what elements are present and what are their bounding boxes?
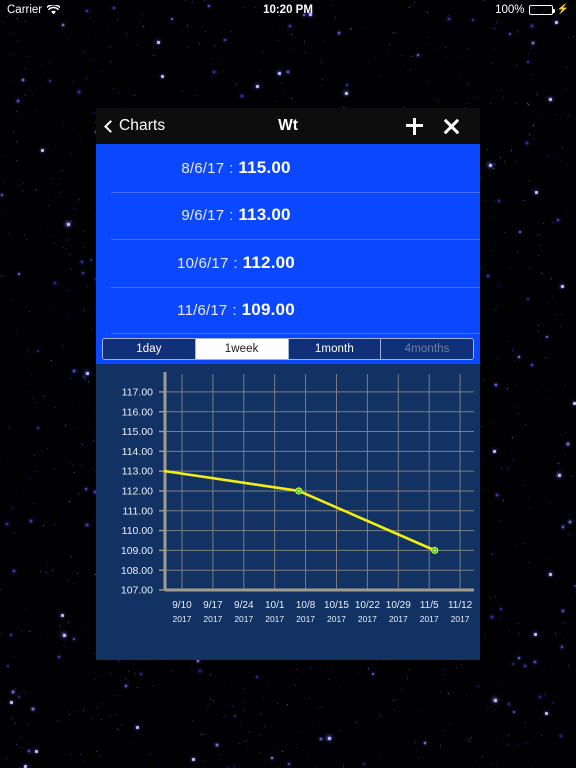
- list-item[interactable]: 8/6/17 : 115.00: [96, 144, 480, 192]
- svg-text:109.00: 109.00: [121, 545, 153, 557]
- entry-value: 112.00: [242, 252, 295, 272]
- status-bar-time: 10:20 PM: [263, 4, 313, 16]
- range-segmented-control: 1day 1week 1month 4months: [102, 338, 474, 360]
- svg-text:112.00: 112.00: [122, 486, 153, 498]
- carrier-label: Carrier: [7, 4, 43, 16]
- svg-text:108.00: 108.00: [121, 565, 153, 577]
- svg-text:2017: 2017: [265, 614, 284, 624]
- entries-list: 8/6/17 : 115.00 9/6/17 : 113.00 10/6/17 …: [96, 144, 480, 334]
- list-item[interactable]: 9/6/17 : 113.00: [96, 191, 480, 240]
- svg-text:115.00: 115.00: [122, 426, 153, 438]
- svg-text:10/15: 10/15: [324, 600, 349, 611]
- svg-text:9/17: 9/17: [203, 600, 223, 611]
- weight-line-chart: 107.00 108.00 109.00 110.00 111.00 112.00 113.…: [96, 364, 480, 660]
- entry-date: 10/6/17: [177, 254, 229, 272]
- svg-text:2017: 2017: [358, 614, 377, 624]
- battery-percent-label: 100%: [495, 4, 525, 16]
- svg-text:2017: 2017: [451, 614, 470, 624]
- svg-text:2017: 2017: [327, 614, 346, 624]
- segment-1day[interactable]: 1day: [103, 339, 196, 359]
- range-selector-container: 1day 1week 1month 4months: [96, 334, 480, 364]
- segment-1week[interactable]: 1week: [195, 339, 289, 359]
- svg-text:113.00: 113.00: [122, 466, 153, 478]
- entry-date: 11/6/17: [177, 302, 228, 320]
- svg-text:114.00: 114.00: [122, 446, 153, 458]
- back-button-label: Charts: [119, 117, 166, 134]
- svg-text:2017: 2017: [203, 614, 222, 624]
- chevron-left-icon: [104, 119, 117, 133]
- entry-value: 113.00: [238, 205, 291, 225]
- svg-text:2017: 2017: [420, 614, 439, 624]
- status-bar-left: Carrier: [7, 3, 61, 16]
- svg-text:10/22: 10/22: [355, 600, 380, 611]
- svg-text:11/5: 11/5: [420, 600, 439, 611]
- entry-date: 9/6/17: [181, 207, 225, 225]
- segment-1month[interactable]: 1month: [288, 339, 382, 359]
- list-item[interactable]: 11/6/17 : 109.00: [96, 286, 480, 335]
- svg-text:107.00: 107.00: [121, 585, 153, 597]
- svg-text:10/1: 10/1: [265, 600, 285, 611]
- entry-value: 109.00: [241, 300, 295, 320]
- entry-separator: :: [229, 207, 234, 225]
- chart-canvas: 107.00 108.00 109.00 110.00 111.00 112.00 113.…: [121, 372, 474, 624]
- back-button[interactable]: Charts: [104, 117, 166, 135]
- wifi-icon: [46, 3, 61, 15]
- svg-text:2017: 2017: [389, 614, 408, 624]
- svg-text:2017: 2017: [173, 614, 192, 624]
- chart-detail-panel: Charts Wt 8/6/17 : 115.00 9/6/17 : 113.0…: [96, 108, 480, 660]
- status-bar-right: 100% ⚡: [495, 4, 569, 16]
- svg-text:10/29: 10/29: [386, 600, 411, 611]
- entry-separator: :: [233, 254, 238, 272]
- svg-text:2017: 2017: [234, 614, 253, 624]
- close-x-icon[interactable]: [443, 118, 460, 135]
- svg-text:9/24: 9/24: [234, 600, 254, 611]
- svg-text:9/10: 9/10: [172, 600, 192, 611]
- svg-text:111.00: 111.00: [122, 505, 153, 517]
- battery-icon: [528, 5, 555, 15]
- entry-separator: :: [232, 302, 237, 320]
- entry-date: 8/6/17: [181, 159, 225, 177]
- svg-text:110.00: 110.00: [122, 525, 153, 537]
- svg-text:11/12: 11/12: [448, 600, 473, 611]
- plus-icon[interactable]: [406, 117, 423, 135]
- svg-text:10/8: 10/8: [296, 600, 316, 611]
- svg-text:117.00: 117.00: [122, 386, 153, 398]
- entry-separator: :: [229, 159, 234, 177]
- navigation-bar: Charts Wt: [96, 108, 480, 144]
- navigation-actions: [406, 117, 460, 135]
- lightning-bolt-icon: ⚡: [556, 4, 569, 15]
- entry-value: 115.00: [238, 157, 291, 177]
- svg-text:2017: 2017: [296, 614, 315, 624]
- svg-text:116.00: 116.00: [122, 406, 153, 418]
- segment-4months: 4months: [381, 339, 473, 359]
- list-item[interactable]: 10/6/17 : 112.00: [96, 239, 480, 287]
- status-bar: Carrier 10:20 PM 100% ⚡: [0, 0, 576, 20]
